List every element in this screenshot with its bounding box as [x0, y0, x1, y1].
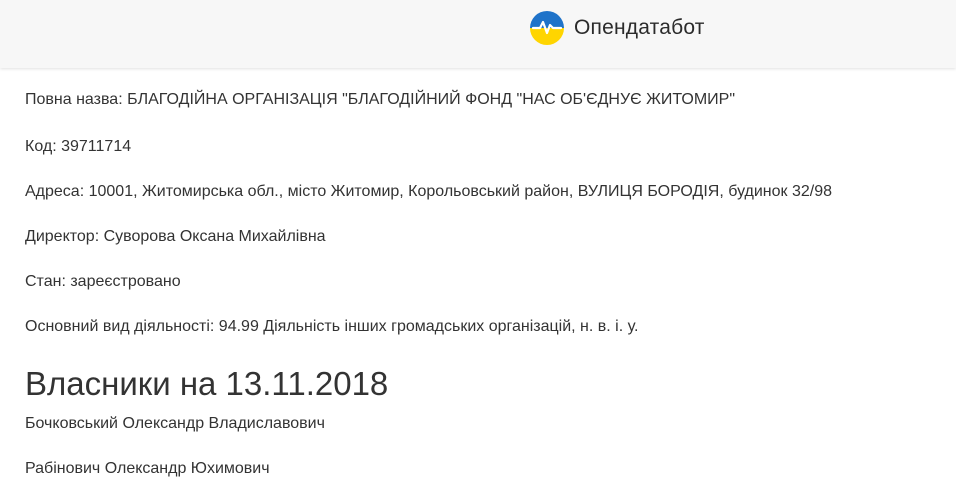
address-row: Адреса: 10001, Житомирська обл., місто Ж… [25, 182, 832, 202]
top-header: Опендатабот [0, 0, 956, 68]
opendatabot-logo-icon [530, 11, 564, 45]
activity-value: 94.99 Діяльність інших громадських орган… [218, 318, 639, 335]
owner-item: Бочковський Олександр Владиславович [25, 415, 325, 432]
owner-item: Рабінович Олександр Юхимович [25, 460, 270, 477]
director-row: Директор: Суворова Оксана Михайлівна [25, 227, 326, 247]
code-label: Код: [25, 138, 57, 155]
brand-name: Опендатабот [574, 16, 705, 39]
status-row: Стан: зареєстровано [25, 272, 181, 292]
director-value: Суворова Оксана Михайлівна [103, 228, 326, 245]
code-row: Код: 39711714 [25, 137, 131, 157]
full-name-row: Повна назва: БЛАГОДІЙНА ОРГАНІЗАЦІЯ "БЛА… [25, 90, 735, 110]
full-name-value: БЛАГОДІЙНА ОРГАНІЗАЦІЯ "БЛАГОДІЙНИЙ ФОНД… [127, 91, 736, 108]
activity-row: Основний вид діяльності: 94.99 Діяльніст… [25, 317, 638, 337]
activity-label: Основний вид діяльності: [25, 318, 215, 335]
company-details: Повна назва: БЛАГОДІЙНА ОРГАНІЗАЦІЯ "БЛА… [25, 68, 945, 499]
director-label: Директор: [25, 228, 100, 245]
owners-title: Власники на 13.11.2018 [25, 365, 389, 402]
brand-link[interactable]: Опендатабот [530, 11, 705, 45]
full-name-label: Повна назва: [25, 91, 123, 108]
address-label: Адреса: [25, 183, 85, 200]
code-value: 39711714 [61, 138, 132, 155]
status-value: зареєстровано [70, 273, 181, 290]
status-label: Стан: [25, 273, 66, 290]
address-value: 10001, Житомирська обл., місто Житомир, … [88, 183, 833, 200]
